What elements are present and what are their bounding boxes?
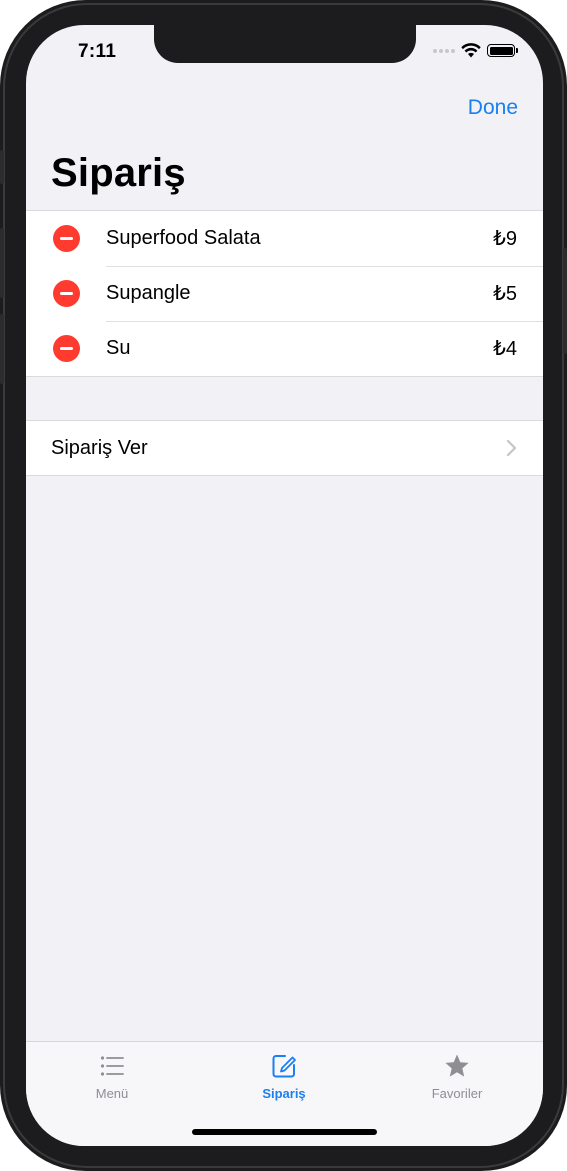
tab-favorites[interactable]: Favoriler: [397, 1052, 517, 1101]
order-row: Superfood Salata ₺9: [26, 211, 543, 266]
device-frame: 7:11 Done Sipariş Superfood Salata ₺9 Su…: [0, 0, 567, 1171]
order-row: Su ₺4: [26, 321, 543, 376]
place-order-label: Sipariş Ver: [51, 436, 148, 459]
status-time: 7:11: [78, 41, 117, 62]
status-indicators: [433, 43, 518, 58]
screen: 7:11 Done Sipariş Superfood Salata ₺9 Su…: [26, 25, 543, 1146]
tab-bar: Menü Sipariş Favoriler: [26, 1041, 543, 1146]
delete-item-button[interactable]: [53, 225, 80, 252]
tab-menu-label: Menü: [95, 1086, 129, 1101]
notch: [154, 25, 416, 63]
order-item-name: Superfood Salata: [106, 227, 261, 249]
order-item-price: ₺5: [493, 283, 517, 305]
chevron-right-icon: [506, 439, 517, 457]
battery-icon: [487, 44, 518, 57]
tab-order-label: Sipariş: [262, 1086, 306, 1101]
home-indicator[interactable]: [192, 1129, 377, 1135]
compose-icon: [272, 1055, 296, 1078]
silent-switch: [0, 150, 4, 184]
star-icon: [445, 1054, 469, 1077]
volume-down-button: [0, 314, 4, 384]
place-order-group: Sipariş Ver: [26, 420, 543, 476]
order-list: Superfood Salata ₺9 Supangle ₺5 Su ₺4: [26, 210, 543, 377]
order-item-name: Su: [106, 337, 131, 359]
tab-menu[interactable]: Menü: [52, 1052, 172, 1101]
place-order-button[interactable]: Sipariş Ver: [26, 421, 543, 475]
order-item-name: Supangle: [106, 282, 191, 304]
delete-item-button[interactable]: [53, 280, 80, 307]
cellular-signal-icon: [433, 48, 455, 53]
volume-up-button: [0, 228, 4, 298]
tab-order[interactable]: Sipariş: [224, 1052, 344, 1101]
tab-favorites-label: Favoriler: [431, 1086, 483, 1101]
wifi-icon: [461, 43, 481, 58]
order-row: Supangle ₺5: [26, 266, 543, 321]
done-button[interactable]: Done: [468, 96, 518, 120]
delete-item-button[interactable]: [53, 335, 80, 362]
power-button: [563, 248, 567, 354]
order-item-price: ₺9: [493, 228, 517, 250]
order-item-price: ₺4: [493, 338, 517, 360]
list-icon: [100, 1056, 124, 1076]
page-title: Sipariş: [51, 151, 186, 195]
